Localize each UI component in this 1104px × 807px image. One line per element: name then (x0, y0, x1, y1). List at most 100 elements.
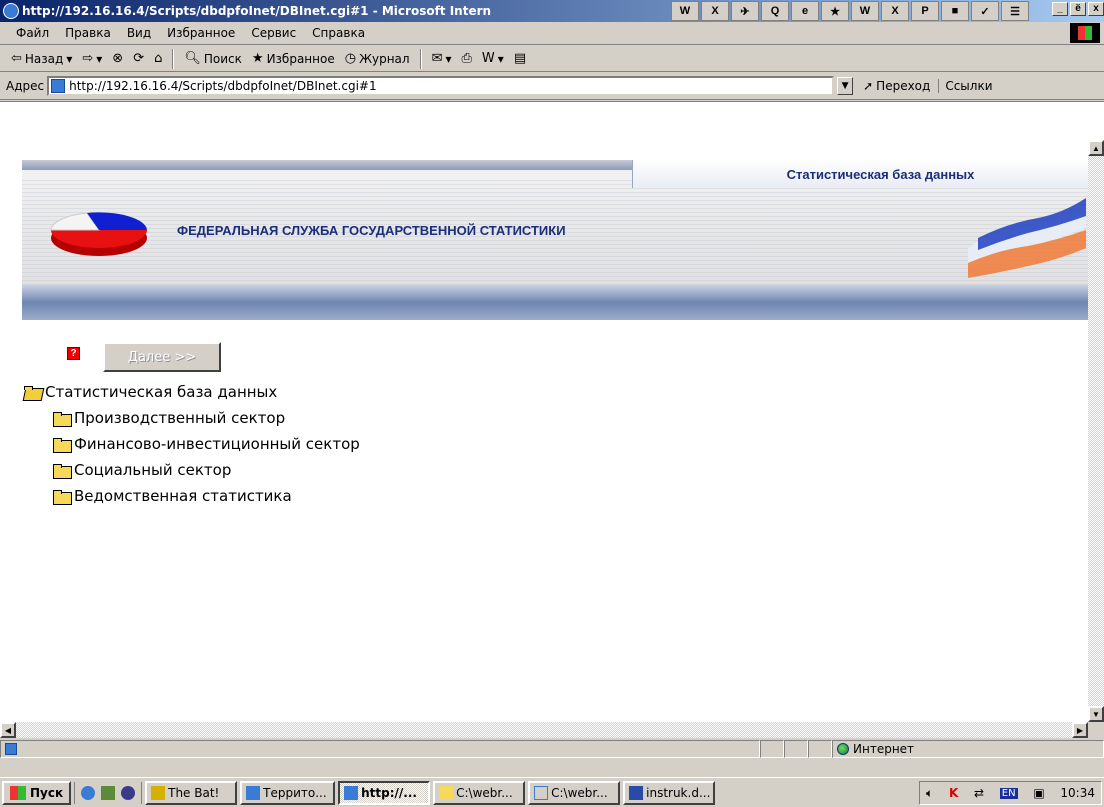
start-label: Пуск (30, 785, 64, 800)
ie-page-icon (246, 785, 261, 800)
close-button[interactable]: x (1088, 2, 1104, 16)
word-icon[interactable]: W (671, 1, 699, 21)
menu-help[interactable]: Справка (304, 26, 373, 40)
search-button[interactable]: 🔍︎ Поиск (181, 51, 245, 66)
next-button[interactable]: Далее >> (103, 342, 221, 372)
refresh-button[interactable]: ⟳ (130, 51, 147, 66)
mail-icon: ✉ (431, 51, 443, 66)
ie-page-icon (344, 785, 359, 800)
forward-button[interactable]: ⇨ ▾ (79, 51, 105, 66)
desktop-icon[interactable] (101, 785, 116, 800)
back-button[interactable]: ⇦ Назад ▾ (8, 51, 75, 66)
task-instruk[interactable]: instruk.d... (623, 780, 716, 805)
menu-tools[interactable]: Сервис (243, 26, 304, 40)
start-button[interactable]: Пуск (2, 780, 72, 805)
taskbar: Пуск The Bat! Террито... http://... C:\w… (0, 777, 1104, 807)
title-bar[interactable]: http://192.16.16.4/Scripts/dbdpfoInet/DB… (0, 0, 1104, 22)
windows-logo-icon (1070, 23, 1100, 43)
edit-word-button[interactable]: W ▾ (479, 51, 507, 66)
folder-icon (53, 437, 72, 453)
console-icon[interactable]: ■ (941, 1, 969, 21)
word-doc-icon[interactable]: W (851, 1, 879, 21)
tree-item-production[interactable]: Производственный сектор (53, 409, 285, 427)
menu-favorites[interactable]: Избранное (159, 26, 243, 40)
vertical-scrollbar[interactable]: ▲ ▼ (1088, 140, 1104, 722)
task-webr-2[interactable]: C:\webr... (528, 780, 621, 805)
scroll-left-button[interactable]: ◀ (0, 722, 16, 738)
history-button[interactable]: ◷ Журнал (342, 51, 413, 66)
pie-chart-logo-icon (50, 212, 147, 256)
powerpoint-icon[interactable]: P (911, 1, 939, 21)
chevron-down-icon[interactable]: ▾ (96, 52, 102, 66)
mail-button[interactable]: ✉ ▾ (429, 51, 455, 66)
media-icon[interactable] (121, 785, 136, 800)
chevron-down-icon[interactable]: ▾ (498, 52, 504, 66)
bat-icon[interactable]: ★ (821, 1, 849, 21)
scroll-up-button[interactable]: ▲ (1088, 140, 1104, 156)
task-webr-1[interactable]: C:\webr... (433, 780, 526, 805)
horizontal-scrollbar[interactable]: ◀ ▶ (0, 722, 1088, 738)
system-tray: 🔈︎ K ⇄ EN ▣ 10:34 (919, 781, 1102, 805)
russia-map-icon (968, 198, 1086, 278)
forward-arrow-icon: ⇨ (82, 51, 94, 66)
display-icon[interactable]: ▣ (1033, 786, 1044, 800)
rosstat-banner: Статистическая база данных ФЕДЕРАЛЬНАЯ С… (22, 160, 1088, 320)
toolbar-separator (172, 48, 175, 69)
home-button[interactable]: ⌂ (151, 51, 165, 66)
address-bar: Адрес http://192.16.16.4/Scripts/dbdpfoI… (0, 73, 1104, 100)
bat-icon (151, 785, 166, 800)
tool-icon[interactable]: ✈ (731, 1, 759, 21)
discuss-button[interactable]: ▤ (511, 51, 529, 66)
search-label: Поиск (203, 51, 242, 66)
address-dropdown-button[interactable]: ▼ (837, 77, 854, 95)
favorites-icon: ★ (251, 51, 264, 66)
search-icon: 🔍︎ (184, 51, 201, 66)
task-territory[interactable]: Террито... (240, 780, 336, 805)
ie-launch-icon[interactable] (81, 785, 96, 800)
maximize-button[interactable]: ё (1070, 2, 1086, 16)
links-button[interactable]: Ссылки (938, 79, 993, 93)
stop-button[interactable]: ⊗ (109, 51, 126, 66)
discuss-icon: ▤ (513, 51, 527, 66)
menu-view[interactable]: Вид (119, 26, 159, 40)
task-http[interactable]: http://... (338, 780, 431, 805)
excel-icon[interactable]: X (701, 1, 729, 21)
tree-item-social[interactable]: Социальный сектор (53, 461, 231, 479)
ie-app-icon[interactable]: e (791, 1, 819, 21)
network-icon[interactable]: ⇄ (974, 786, 984, 800)
search-app-icon[interactable]: Q (761, 1, 789, 21)
folder-icon (53, 411, 72, 427)
print-icon: ⎙ (461, 51, 472, 66)
tree-root[interactable]: Статистическая база данных (24, 383, 277, 401)
check-icon[interactable]: ✓ (971, 1, 999, 21)
clock[interactable]: 10:34 (1060, 786, 1095, 800)
refresh-icon: ⟳ (133, 51, 145, 66)
favorites-button[interactable]: ★ Избранное (249, 51, 338, 66)
language-indicator[interactable]: EN (999, 787, 1018, 799)
excel-doc-icon[interactable]: X (881, 1, 909, 21)
status-cell (808, 740, 832, 758)
antivirus-icon[interactable]: K (949, 786, 958, 800)
help-icon[interactable]: ? (67, 347, 80, 360)
print-button[interactable]: ⎙ (459, 51, 475, 66)
go-button[interactable]: ➚ Переход (863, 79, 930, 93)
tree-item-departmental[interactable]: Ведомственная статистика (53, 487, 292, 505)
minimize-button[interactable]: _ (1052, 2, 1068, 16)
folder-open-icon (24, 385, 41, 399)
status-zone: Интернет (832, 740, 1104, 758)
task-the-bat[interactable]: The Bat! (145, 780, 238, 805)
window-title: http://192.16.16.4/Scripts/dbdpfoInet/DB… (22, 4, 492, 18)
address-input[interactable]: http://192.16.16.4/Scripts/dbdpfoInet/DB… (47, 76, 835, 96)
chevron-down-icon[interactable]: ▾ (445, 52, 451, 66)
scroll-right-button[interactable]: ▶ (1072, 722, 1088, 738)
speaker-icon[interactable]: 🔈︎ (926, 786, 933, 801)
word-edit-icon: W (481, 51, 495, 66)
menu-edit[interactable]: Правка (57, 26, 119, 40)
tree-item-label: Ведомственная статистика (74, 487, 292, 505)
chevron-down-icon[interactable]: ▾ (66, 52, 72, 66)
scroll-down-button[interactable]: ▼ (1088, 706, 1104, 722)
menu-file[interactable]: Файл (8, 26, 57, 40)
grid-icon[interactable]: ☰ (1001, 1, 1029, 21)
task-label: C:\webr... (456, 785, 513, 800)
tree-item-finance[interactable]: Финансово-инвестиционный сектор (53, 435, 360, 453)
